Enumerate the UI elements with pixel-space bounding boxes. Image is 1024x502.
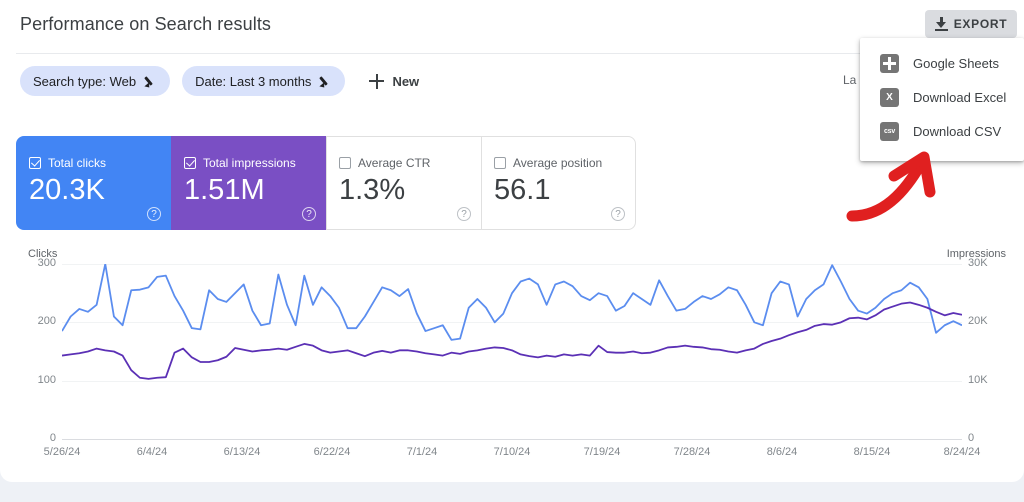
export-menu[interactable]: Google Sheets X Download Excel csv Downl… [860, 38, 1024, 161]
metric-card-name: Total impressions [203, 156, 296, 170]
google-sheets-icon [880, 53, 899, 73]
x-axis-tick: 7/10/24 [493, 446, 531, 458]
metric-card-value: 1.51M [184, 174, 265, 206]
new-filter-button[interactable]: New [365, 73, 423, 89]
export-button[interactable]: EXPORT [925, 10, 1017, 38]
x-axis-tick: 8/15/24 [853, 446, 891, 458]
x-axis-tick: 7/1/24 [406, 446, 438, 458]
right-axis-tick: 0 [968, 432, 975, 444]
metric-card-header: Total impressions [184, 156, 296, 170]
help-icon[interactable]: ? [457, 207, 471, 221]
metric-card-row: Total clicks 20.3K ? Total impressions 1… [16, 136, 636, 230]
metric-card-header: Average CTR [339, 156, 430, 170]
x-axis-tick: 5/26/24 [43, 446, 81, 458]
filter-bar: Search type: Web Date: Last 3 months New [20, 66, 423, 96]
menu-item-label: Google Sheets [913, 55, 1000, 71]
right-axis-tick: 20K [968, 315, 988, 328]
metric-card-average-position[interactable]: Average position 56.1 ? [481, 136, 636, 230]
pencil-icon[interactable] [319, 75, 332, 89]
metric-card-average-ctr[interactable]: Average CTR 1.3% ? [326, 136, 481, 230]
checkbox-icon[interactable] [494, 157, 506, 169]
x-axis-tick: 6/4/24 [136, 446, 168, 458]
x-axis-tick: 6/13/24 [223, 446, 261, 458]
menu-item-label: Download CSV [913, 123, 1002, 139]
performance-report-page: Performance on Search results EXPORT Sea… [0, 0, 1024, 502]
menu-item-download-csv[interactable]: csv Download CSV [860, 114, 1024, 148]
export-button-label: EXPORT [953, 17, 1008, 31]
chart-line-total-impressions [62, 264, 962, 341]
metric-card-header: Total clicks [29, 156, 106, 170]
menu-item-google-sheets[interactable]: Google Sheets [860, 46, 1024, 80]
metric-card-value: 20.3K [29, 174, 105, 206]
page-title: Performance on Search results [20, 14, 272, 34]
x-axis-tick: 8/24/24 [943, 446, 981, 458]
x-axis-tick: 7/19/24 [583, 446, 621, 458]
right-axis-tick: 10K [968, 373, 988, 386]
left-axis-tick: 300 [37, 257, 56, 269]
metric-card-total-clicks[interactable]: Total clicks 20.3K ? [16, 136, 171, 230]
filter-chip-label: Search type: Web [33, 73, 137, 89]
help-icon[interactable]: ? [147, 207, 161, 221]
csv-icon: csv [880, 121, 899, 141]
x-axis-tick: 7/28/24 [673, 446, 711, 458]
excel-icon: X [880, 87, 899, 107]
performance-chart[interactable]: Clicks Impressions 0 100 200 300 0 10K 20K 30K… [16, 248, 1008, 463]
filter-chip-search-type[interactable]: Search type: Web [20, 66, 171, 96]
metric-card-name: Total clicks [48, 156, 107, 170]
help-icon[interactable]: ? [302, 207, 316, 221]
metric-card-header: Average position [494, 156, 602, 170]
checkbox-icon[interactable] [184, 157, 196, 169]
plus-icon [369, 73, 385, 89]
chart-line-total-clicks [62, 301, 962, 380]
new-filter-label: New [392, 73, 420, 89]
last-updated-text: La [843, 73, 857, 87]
left-axis-tick: 100 [37, 373, 56, 386]
help-icon[interactable]: ? [611, 207, 625, 221]
metric-card-total-impressions[interactable]: Total impressions 1.51M ? [171, 136, 326, 230]
filter-chip-label: Date: Last 3 months [195, 73, 312, 89]
chart-gridline [62, 439, 962, 440]
checkbox-icon[interactable] [29, 157, 41, 169]
right-axis-tick: 30K [968, 257, 988, 269]
metric-card-value: 1.3% [339, 174, 406, 206]
left-axis-tick: 0 [49, 432, 56, 444]
x-axis-tick: 6/22/24 [313, 446, 351, 458]
left-axis-tick: 200 [37, 315, 56, 328]
metric-card-name: Average CTR [358, 156, 431, 170]
menu-item-label: Download Excel [913, 89, 1007, 105]
filter-chip-date[interactable]: Date: Last 3 months [182, 66, 346, 96]
metric-card-value: 56.1 [494, 174, 551, 206]
x-axis-tick: 8/6/24 [766, 446, 798, 458]
metric-card-name: Average position [513, 156, 603, 170]
pencil-icon[interactable] [144, 75, 157, 89]
checkbox-icon[interactable] [339, 157, 351, 169]
chart-plot-area[interactable] [62, 264, 962, 440]
menu-item-download-excel[interactable]: X Download Excel [860, 80, 1024, 114]
download-icon [934, 17, 948, 31]
chart-series-layer [62, 264, 962, 380]
x-axis-labels: 5/26/24 6/4/24 6/13/24 6/22/24 7/1/24 7/10/24… [44, 446, 981, 462]
